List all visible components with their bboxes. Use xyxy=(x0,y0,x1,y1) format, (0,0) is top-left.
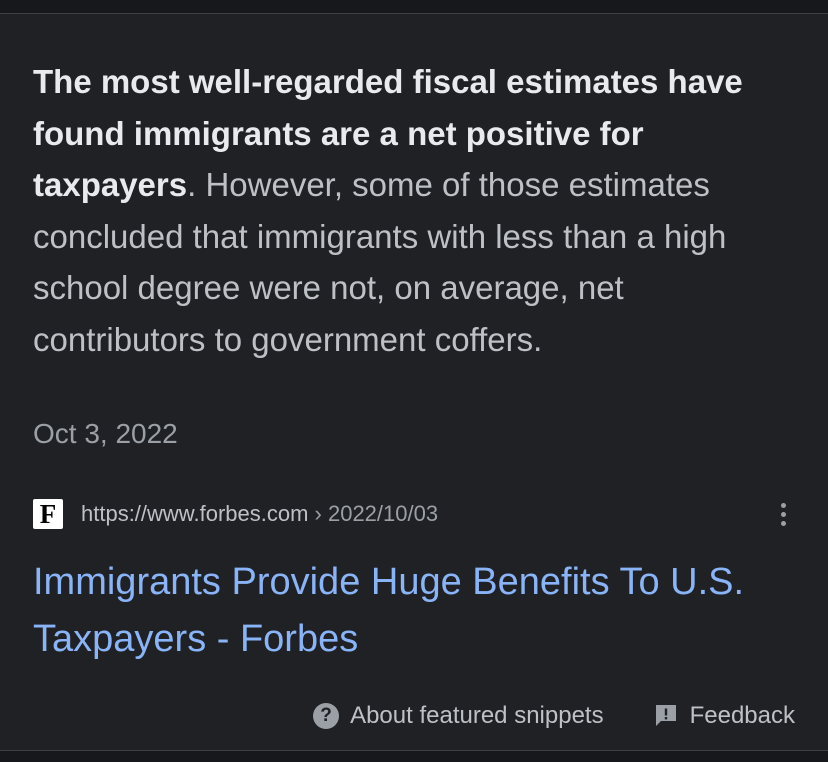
source-row: F https://www.forbes.com › 2022/10/03 xyxy=(33,498,803,530)
snippet-text: The most well-regarded fiscal estimates … xyxy=(33,56,803,365)
more-vert-icon[interactable] xyxy=(773,500,793,528)
result-title-link[interactable]: Immigrants Provide Huge Benefits To U.S.… xyxy=(33,554,803,668)
feedback-label: Feedback xyxy=(689,702,795,729)
about-featured-snippets-link[interactable]: ? About featured snippets xyxy=(313,702,604,730)
feedback-button[interactable]: Feedback xyxy=(654,702,795,730)
forbes-favicon-icon: F xyxy=(33,499,63,529)
help-circle-icon: ? xyxy=(313,703,340,729)
snippet-date: Oct 3, 2022 xyxy=(33,418,178,449)
featured-snippet-card: The most well-regarded fiscal estimates … xyxy=(0,13,828,751)
more-dot xyxy=(780,520,786,526)
source-url-path: › 2022/10/03 xyxy=(308,501,439,526)
source-url[interactable]: https://www.forbes.com › 2022/10/03 xyxy=(81,501,438,527)
more-dot xyxy=(780,511,786,517)
snippet-footer: ? About featured snippets Feedback xyxy=(313,696,795,736)
source-site-url: https://www.forbes.com xyxy=(81,501,309,526)
more-dot xyxy=(780,502,786,508)
feedback-icon xyxy=(655,705,676,726)
about-featured-snippets-label: About featured snippets xyxy=(350,702,604,729)
